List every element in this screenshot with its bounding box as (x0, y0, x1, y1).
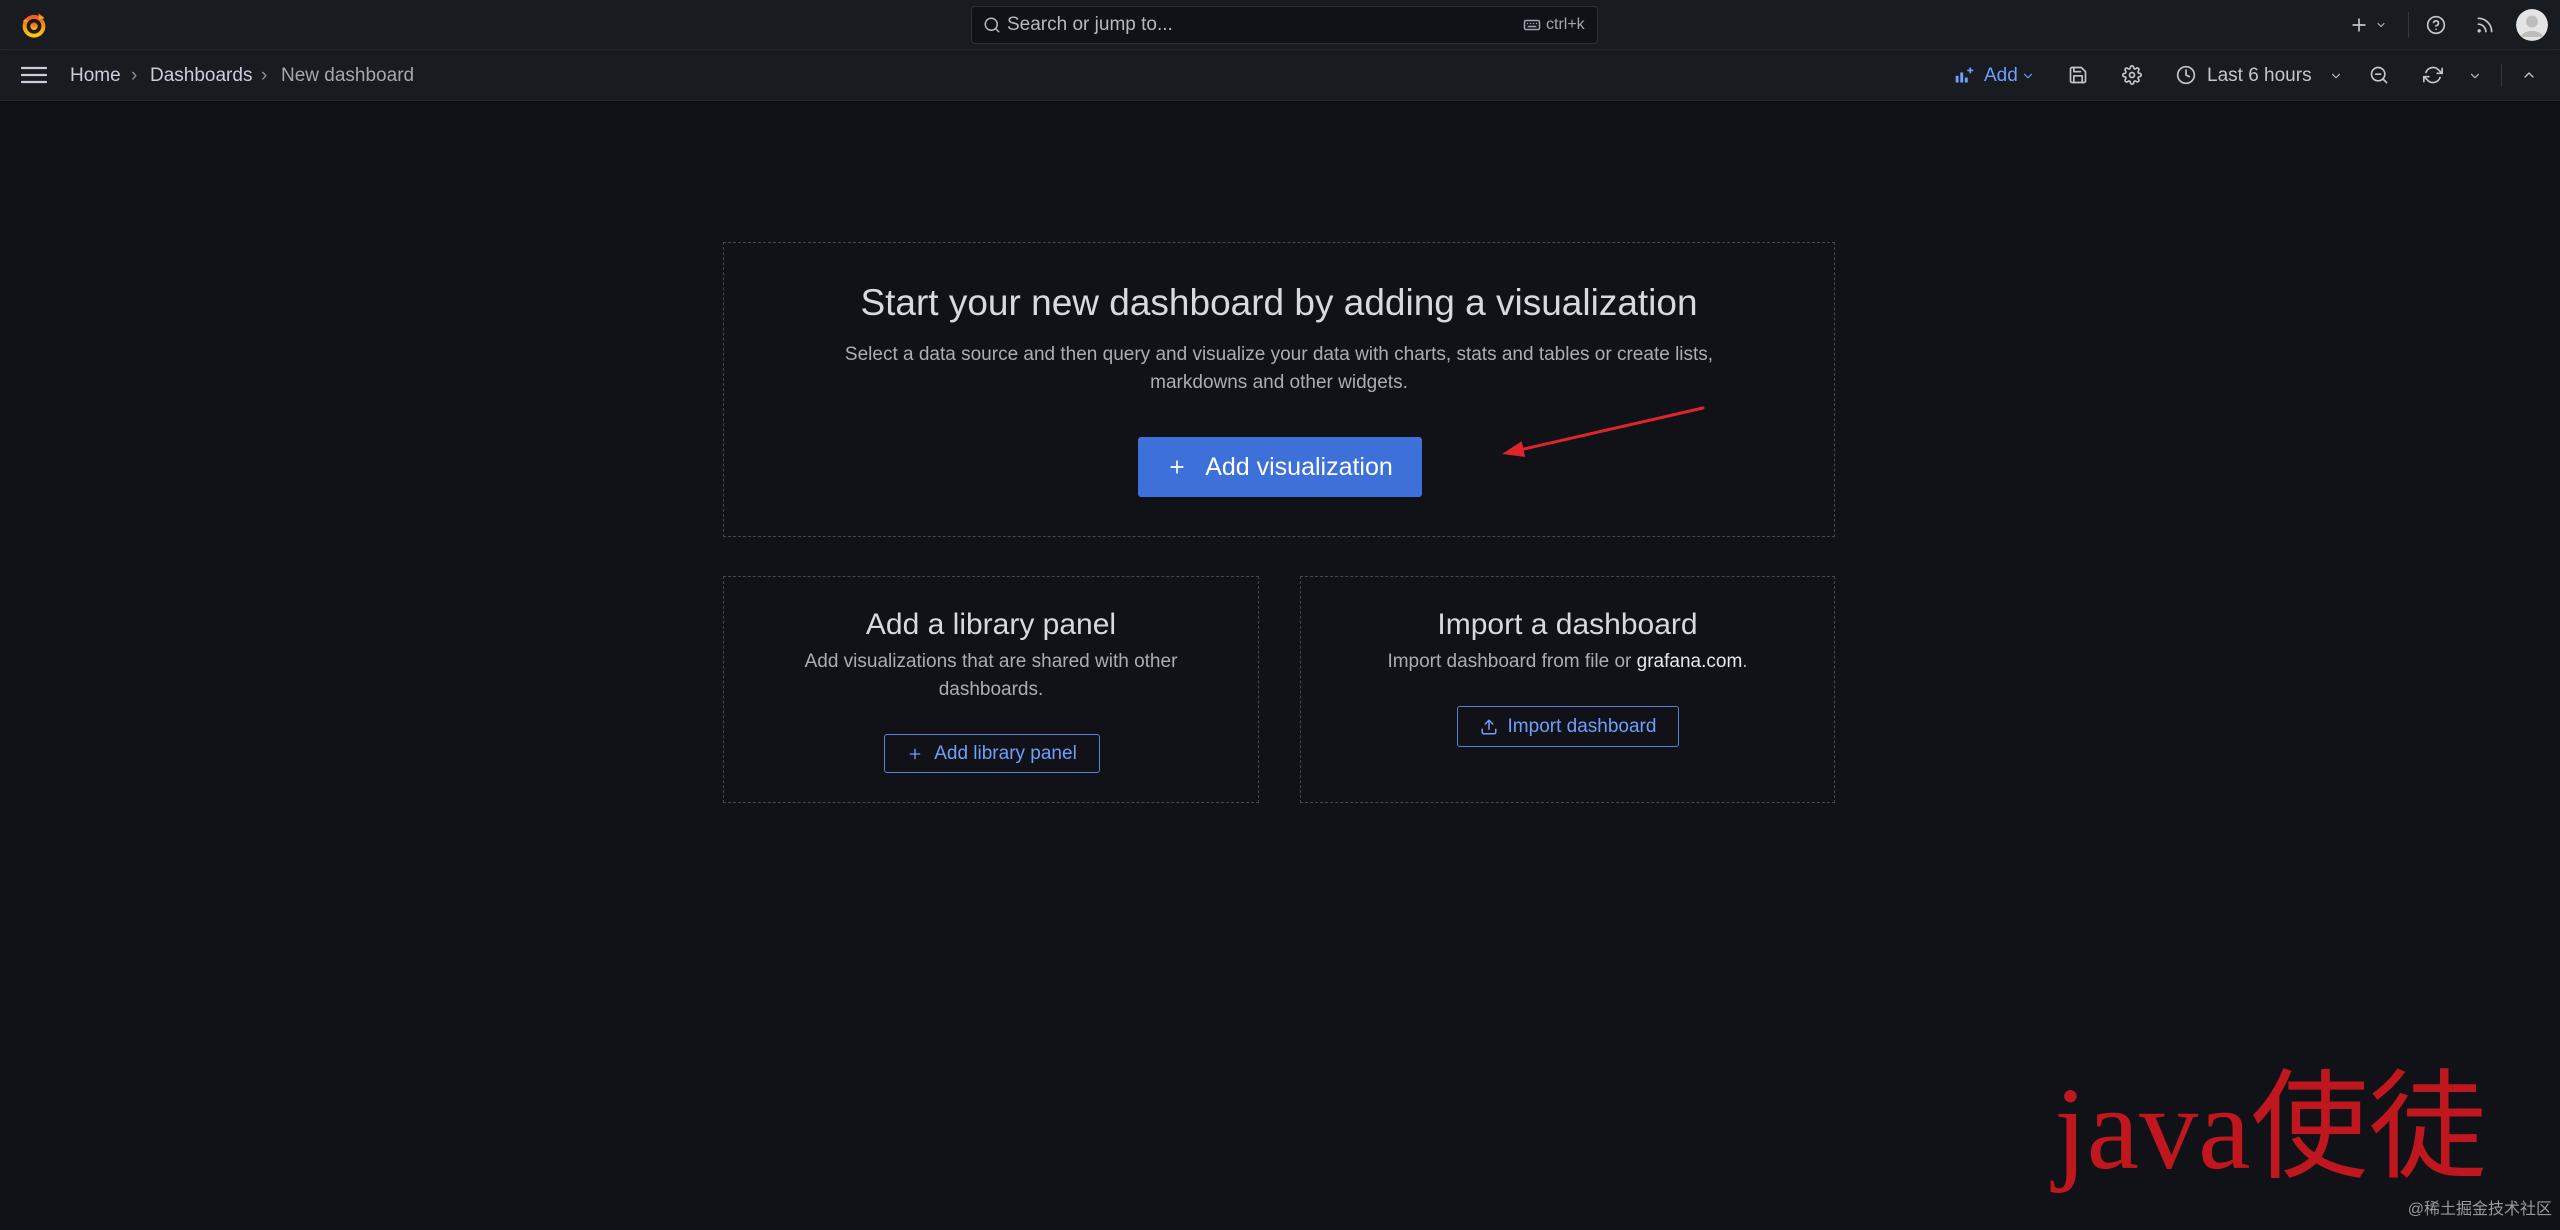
add-button-label: Add (1984, 65, 2018, 86)
add-library-panel-button[interactable]: Add library panel (884, 734, 1100, 773)
grafana-logo-icon (22, 13, 46, 38)
gear-icon (2122, 65, 2142, 85)
refresh-icon (2423, 66, 2443, 84)
import-dashboard-description: Import dashboard from file or grafana.co… (1318, 648, 1818, 676)
toolbar-divider (2501, 64, 2502, 87)
toolbar-divider (2408, 12, 2409, 38)
dashboard-toolbar: Home › Dashboards › New dashboard Add La… (0, 50, 2560, 101)
chevron-down-icon (2023, 73, 2033, 79)
chevron-down-icon (2470, 73, 2480, 79)
help-icon (2426, 15, 2446, 35)
time-range-picker[interactable]: Last 6 hours (2172, 61, 2348, 90)
dashboard-settings-button[interactable] (2118, 61, 2146, 90)
import-dashboard-card: Import a dashboard Import dashboard from… (1300, 576, 1835, 803)
add-library-panel-label: Add library panel (934, 742, 1077, 764)
clock-icon (2176, 65, 2196, 85)
watermark-text: java使徒 (2054, 1063, 2487, 1194)
breadcrumb-home[interactable]: Home (70, 50, 121, 101)
import-dashboard-title: Import a dashboard (1437, 608, 1698, 641)
add-visualization-button[interactable]: Add visualization (1138, 437, 1422, 497)
library-panel-card: Add a library panel Add visualizations t… (723, 576, 1259, 803)
watermark-credit: @稀土掘金技术社区 (2407, 1201, 2552, 1218)
plus-icon (1170, 460, 1184, 474)
import-dashboard-label: Import dashboard (1507, 715, 1657, 737)
time-range-label: Last 6 hours (2207, 65, 2312, 86)
library-panel-title: Add a library panel (865, 608, 1117, 641)
save-icon (2069, 66, 2087, 84)
refresh-button[interactable] (2419, 61, 2447, 90)
help-button[interactable] (2424, 12, 2448, 38)
chevron-down-icon (2377, 23, 2385, 27)
annotation-arrow (1502, 406, 1705, 457)
refresh-interval-dropdown[interactable] (2464, 61, 2486, 90)
breadcrumb-current: New dashboard (281, 65, 415, 86)
zoom-out-button[interactable] (2365, 61, 2393, 90)
empty-state-title: Start your new dashboard by adding a vis… (860, 282, 1698, 323)
avatar-icon (2516, 9, 2548, 41)
breadcrumb-dashboards[interactable]: Dashboards (150, 50, 252, 101)
keyboard-icon (1523, 19, 1541, 31)
search-icon (984, 17, 1000, 33)
chevron-up-icon (2524, 72, 2534, 78)
chevron-down-icon (2331, 73, 2341, 79)
add-button[interactable]: Add (1950, 61, 2038, 90)
import-dashboard-button[interactable]: Import dashboard (1457, 706, 1679, 747)
top-nav-bar: Search or jump to... ctrl+k (0, 0, 2560, 50)
breadcrumb: Home › Dashboards › New dashboard (0, 50, 460, 101)
library-panel-description: Add visualizations that are shared with … (804, 651, 1178, 700)
empty-state-description: Select a data source and then query and … (844, 344, 1714, 393)
avatar[interactable] (2516, 9, 2548, 41)
new-button[interactable] (2345, 12, 2393, 38)
grafana-com-link[interactable]: grafana.com (1637, 651, 1743, 672)
save-dashboard-button[interactable] (2064, 61, 2092, 90)
import-description-text: Import dashboard from file or (1387, 651, 1637, 672)
zoom-out-icon (2370, 66, 2388, 84)
breadcrumb-separator: › (261, 65, 268, 86)
collapse-toolbar-button[interactable] (2517, 61, 2541, 90)
search-bar[interactable]: Search or jump to... ctrl+k (971, 6, 1598, 44)
rss-icon (2477, 17, 2493, 33)
empty-dashboard-panel: Start your new dashboard by adding a vis… (723, 242, 1835, 537)
import-description-suffix: . (1742, 651, 1748, 672)
add-visualization-label: Add visualization (1205, 452, 1393, 481)
search-placeholder: Search or jump to... (1007, 14, 1173, 35)
plus-icon (2352, 18, 2366, 32)
plus-icon (909, 748, 921, 759)
add-panel-icon (1955, 67, 1974, 83)
grafana-logo[interactable] (19, 10, 49, 40)
news-button[interactable] (2473, 12, 2497, 38)
search-shortcut: ctrl+k (1546, 16, 1585, 33)
breadcrumb-separator: › (131, 65, 138, 86)
upload-icon (1481, 719, 1497, 734)
